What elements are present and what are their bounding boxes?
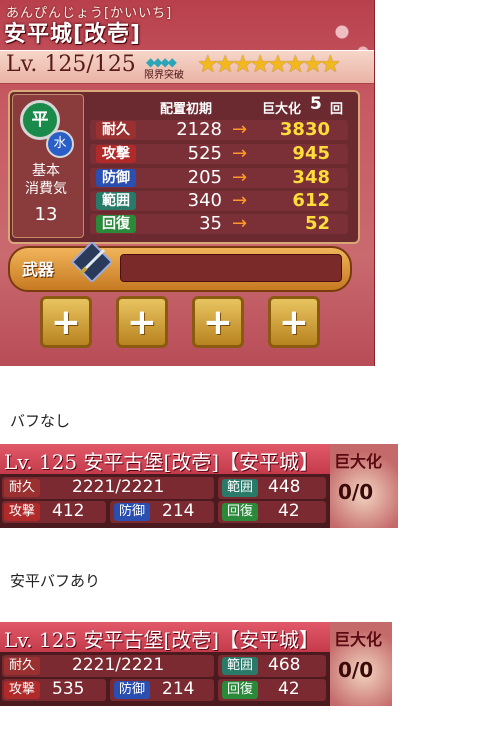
element-water-icon: 水 <box>46 130 74 158</box>
stat-arrow-icon: → <box>232 119 248 140</box>
stat-arrow-icon: → <box>232 213 248 234</box>
header-giant-count: 5 <box>310 94 322 114</box>
stat-max-range: 612 <box>292 190 330 211</box>
sword-icon <box>72 242 112 282</box>
caption-buff: 安平バフあり <box>10 572 101 590</box>
stat-label-range: 範囲 <box>96 192 136 210</box>
cost-label-line1: 基本 <box>32 163 60 179</box>
summary-title: Lv. 125 安平古堡[改壱]【安平城】 <box>4 450 320 474</box>
castle-name: 安平城[改壱] <box>4 22 142 47</box>
range-value: 448 <box>268 477 301 497</box>
giant-count: 0/0 <box>338 480 374 504</box>
cost-value: 13 <box>34 204 58 225</box>
stat-arrow-icon: → <box>232 190 248 211</box>
rec-label: 回復 <box>222 681 258 699</box>
summary-title: Lv. 125 安平古堡[改壱]【安平城】 <box>4 628 320 652</box>
hp-value: 2221/2221 <box>72 655 165 675</box>
stat-base-atk: 525 <box>187 143 222 164</box>
giant-count: 0/0 <box>338 658 374 682</box>
summary-panel-no-buff: Lv. 125 安平古堡[改壱]【安平城】 巨大化 0/0 耐久 2221/22… <box>0 444 398 528</box>
hp-label: 耐久 <box>4 479 40 497</box>
equip-slot-1-button[interactable]: + <box>40 296 92 348</box>
range-value: 468 <box>268 655 301 675</box>
header-giant-suffix: 回 <box>330 102 344 117</box>
equip-slot-3-button[interactable]: + <box>192 296 244 348</box>
rarity-stars-icon: ★★★★★★★★ <box>197 50 341 78</box>
stat-arrow-icon: → <box>232 167 248 188</box>
hp-label: 耐久 <box>4 657 40 675</box>
giant-label: 巨大化 <box>334 630 383 649</box>
limit-break-label: 限界突破 <box>144 70 184 81</box>
rec-value: 42 <box>278 679 300 699</box>
cost-label: 基本 消費気 <box>18 162 74 198</box>
cost-label-line2: 消費気 <box>25 181 67 197</box>
equip-slot-4-button[interactable]: + <box>268 296 320 348</box>
atk-value: 412 <box>52 501 85 521</box>
def-value: 214 <box>162 501 195 521</box>
stat-base-hp: 2128 <box>176 119 222 140</box>
def-label: 防御 <box>114 503 150 521</box>
stat-label-hp: 耐久 <box>96 121 136 139</box>
summary-panel-buff: Lv. 125 安平古堡[改壱]【安平城】 巨大化 0/0 耐久 2221/22… <box>0 622 392 706</box>
equip-slot-2-button[interactable]: + <box>116 296 168 348</box>
stat-base-range: 340 <box>187 190 222 211</box>
stat-base-recovery: 35 <box>199 213 222 234</box>
stat-max-hp: 3830 <box>279 119 330 140</box>
stat-max-atk: 945 <box>292 143 330 164</box>
level-text: Lv. 125/125 <box>6 52 136 77</box>
giant-label: 巨大化 <box>334 452 383 471</box>
rec-value: 42 <box>278 501 300 521</box>
atk-label: 攻撃 <box>4 503 40 521</box>
range-label: 範囲 <box>222 657 258 675</box>
stat-label-def: 防御 <box>96 169 136 187</box>
header-giant: 巨大化 <box>262 102 302 117</box>
header-initial: 配置初期 <box>160 102 213 117</box>
atk-label: 攻撃 <box>4 681 40 699</box>
rec-label: 回復 <box>222 503 258 521</box>
stat-label-recovery: 回復 <box>96 215 136 233</box>
stat-max-recovery: 52 <box>304 213 330 234</box>
caption-no-buff: バフなし <box>10 412 71 430</box>
stat-label-atk: 攻撃 <box>96 145 136 163</box>
stat-base-def: 205 <box>187 167 222 188</box>
def-value: 214 <box>162 679 195 699</box>
range-label: 範囲 <box>222 479 258 497</box>
atk-value: 535 <box>52 679 85 699</box>
stat-max-def: 348 <box>292 167 330 188</box>
def-label: 防御 <box>114 681 150 699</box>
stat-arrow-icon: → <box>232 143 248 164</box>
weapon-slot[interactable] <box>120 254 342 282</box>
weapon-label: 武器 <box>22 260 55 279</box>
hp-value: 2221/2221 <box>72 477 165 497</box>
